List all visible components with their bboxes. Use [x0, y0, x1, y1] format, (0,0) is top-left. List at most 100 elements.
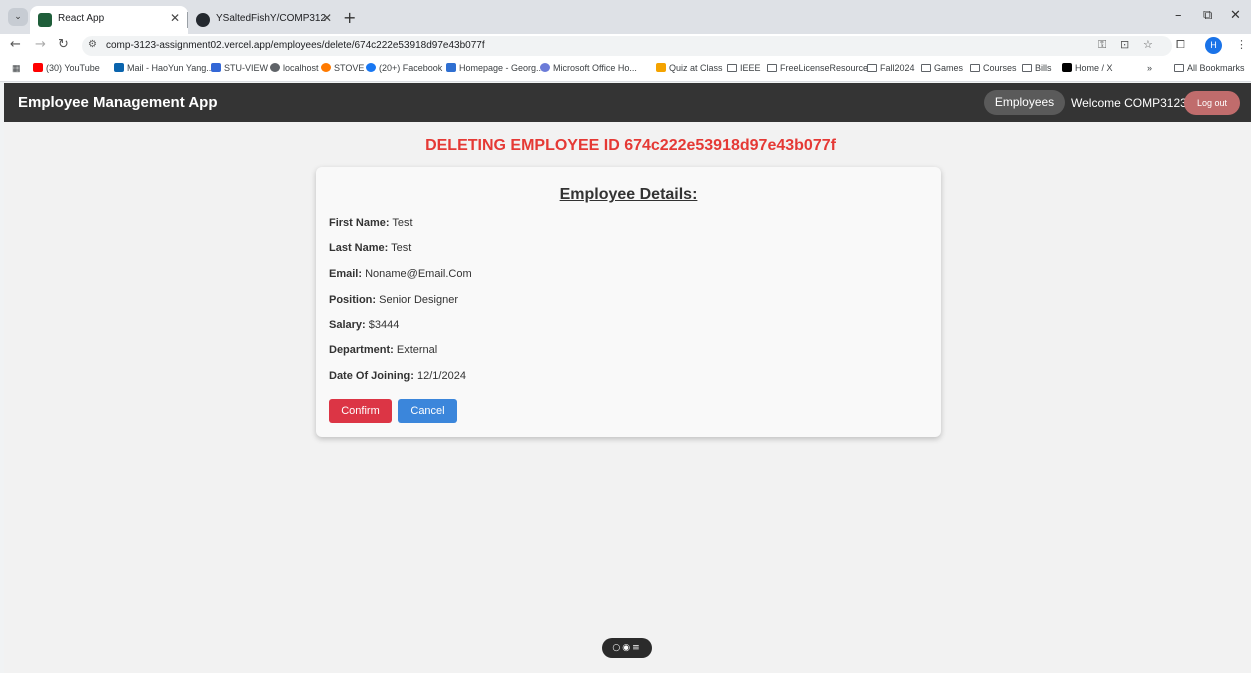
- tab-search-button[interactable]: ⌄: [8, 8, 28, 26]
- field-value: Test: [391, 242, 412, 254]
- new-tab-icon[interactable]: +: [343, 8, 356, 27]
- field-label: First Name:: [329, 217, 390, 229]
- comment-icon[interactable]: ○: [612, 643, 622, 653]
- app-favicon-icon: [38, 13, 52, 27]
- field-label: Email:: [329, 268, 363, 280]
- field-label: Department:: [329, 344, 394, 356]
- eye-icon[interactable]: ◉: [622, 643, 632, 653]
- browser-menu-icon[interactable]: ⋮: [1236, 38, 1247, 51]
- address-bar[interactable]: ⚙ comp-3123-assignment02.vercel.app/empl…: [82, 36, 1172, 56]
- office-icon: [540, 63, 550, 72]
- bookmark-fall2024[interactable]: Fall2024: [867, 63, 915, 73]
- quiz-icon: [656, 63, 666, 72]
- github-icon: [196, 13, 210, 27]
- folder-icon: [1022, 64, 1032, 72]
- card-title: Employee Details:: [559, 186, 698, 203]
- page-title: DELETING EMPLOYEE ID 674c222e53918d97e43…: [425, 137, 836, 154]
- field-label: Last Name:: [329, 242, 389, 254]
- bookmark-freelicense[interactable]: FreeLicenseResource: [767, 63, 868, 73]
- folder-icon: [767, 64, 777, 72]
- globe-icon: [270, 63, 280, 72]
- password-key-icon[interactable]: ⚿: [1098, 38, 1106, 52]
- reload-icon[interactable]: ↻: [58, 37, 69, 52]
- field-label: Position:: [329, 294, 377, 306]
- tab-github[interactable]: YSaltedFishY/COMP3123-Assign ✕: [188, 6, 340, 34]
- youtube-icon: [33, 63, 43, 72]
- field-first-name: First Name: Test: [329, 217, 413, 229]
- forward-icon[interactable]: →: [35, 37, 46, 52]
- bookmark-ieee[interactable]: IEEE: [727, 63, 761, 73]
- bookmark-quiz[interactable]: Quiz at Class: [656, 63, 723, 73]
- folder-icon: [970, 64, 980, 72]
- browser-tab-strip: ⌄ React App ✕ YSaltedFishY/COMP3123-Assi…: [0, 0, 1251, 34]
- folder-icon: [921, 64, 931, 72]
- field-value: Noname@Email.Com: [365, 268, 472, 280]
- employee-details-card: Employee Details: First Name: Test Last …: [316, 167, 941, 437]
- bookmark-bills[interactable]: Bills: [1022, 63, 1052, 73]
- bookmark-games[interactable]: Games: [921, 63, 963, 73]
- extensions-icon[interactable]: ⧠: [1176, 38, 1185, 52]
- close-tab-icon[interactable]: ✕: [322, 11, 332, 25]
- cancel-button[interactable]: Cancel: [398, 399, 457, 423]
- bookmarks-bar: ▦ (30) YouTube Mail - HaoYun Yang... STU…: [0, 58, 1251, 82]
- folder-icon: [867, 64, 877, 72]
- welcome-text: Welcome COMP3123: [1071, 96, 1187, 110]
- bookmark-stove[interactable]: STOVE: [321, 63, 364, 73]
- bookmark-x[interactable]: Home / X: [1062, 63, 1113, 73]
- back-icon[interactable]: ←: [10, 37, 21, 52]
- field-label: Salary:: [329, 319, 366, 331]
- app-header: Employee Management App Employees Welcom…: [4, 83, 1251, 122]
- field-value: $3444: [368, 319, 400, 331]
- folder-icon: [1174, 64, 1184, 72]
- bookmark-office[interactable]: Microsoft Office Ho...: [540, 63, 637, 73]
- close-tab-icon[interactable]: ✕: [170, 11, 180, 25]
- field-label: Date Of Joining:: [329, 370, 414, 382]
- field-date-of-joining: Date Of Joining: 12/1/2024: [329, 370, 466, 382]
- field-value: Senior Designer: [379, 294, 458, 306]
- homepage-icon: [446, 63, 456, 72]
- profile-avatar[interactable]: H: [1205, 37, 1222, 54]
- field-last-name: Last Name: Test: [329, 242, 411, 254]
- folder-icon: [727, 64, 737, 72]
- field-position: Position: Senior Designer: [329, 294, 458, 306]
- site-info-icon[interactable]: ⚙: [88, 39, 97, 50]
- menu-icon[interactable]: ≡: [632, 643, 642, 653]
- close-window-icon[interactable]: ✕: [1230, 8, 1241, 23]
- tab-react-app[interactable]: React App ✕: [30, 6, 188, 34]
- app-title: Employee Management App: [18, 94, 218, 111]
- page-content: DELETING EMPLOYEE ID 674c222e53918d97e43…: [4, 122, 1251, 673]
- field-value: 12/1/2024: [417, 370, 466, 382]
- bookmark-localhost[interactable]: localhost: [270, 63, 319, 73]
- bookmark-stu-view[interactable]: STU-VIEW: [211, 63, 268, 73]
- field-email: Email: Noname@Email.Com: [329, 268, 472, 280]
- field-department: Department: External: [329, 344, 437, 356]
- confirm-button[interactable]: Confirm: [329, 399, 392, 423]
- apps-grid-icon[interactable]: ▦: [12, 63, 21, 74]
- x-icon: [1062, 63, 1072, 72]
- field-value: Test: [392, 217, 413, 229]
- field-value: External: [396, 344, 438, 356]
- bookmark-youtube[interactable]: (30) YouTube: [33, 63, 100, 73]
- facebook-icon: [366, 63, 376, 72]
- bookmark-mail[interactable]: Mail - HaoYun Yang...: [114, 63, 214, 73]
- stuview-icon: [211, 63, 221, 72]
- browser-toolbar: ← → ↻ ⚙ comp-3123-assignment02.vercel.ap…: [0, 34, 1251, 58]
- outlook-icon: [114, 63, 124, 72]
- minimize-icon[interactable]: –: [1175, 8, 1182, 23]
- stove-icon: [321, 63, 331, 72]
- bookmark-star-icon[interactable]: ☆: [1143, 38, 1153, 51]
- restore-icon[interactable]: ⧉: [1203, 8, 1212, 23]
- floating-toolbar[interactable]: ○◉≡: [602, 638, 652, 658]
- field-salary: Salary: $3444: [329, 319, 399, 331]
- tab-title: YSaltedFishY/COMP3123-Assign: [216, 13, 326, 24]
- bookmark-courses[interactable]: Courses: [970, 63, 1017, 73]
- logout-button[interactable]: Log out: [1184, 91, 1240, 115]
- employees-button[interactable]: Employees: [984, 90, 1065, 115]
- url-text[interactable]: comp-3123-assignment02.vercel.app/employ…: [106, 40, 485, 51]
- all-bookmarks[interactable]: All Bookmarks: [1174, 63, 1245, 73]
- bookmarks-overflow-icon[interactable]: »: [1147, 63, 1152, 73]
- bookmark-homepage[interactable]: Homepage - Georg...: [446, 63, 544, 73]
- bookmark-facebook[interactable]: (20+) Facebook: [366, 63, 442, 73]
- install-app-icon[interactable]: ⊡: [1120, 38, 1129, 51]
- tab-title: React App: [58, 13, 105, 24]
